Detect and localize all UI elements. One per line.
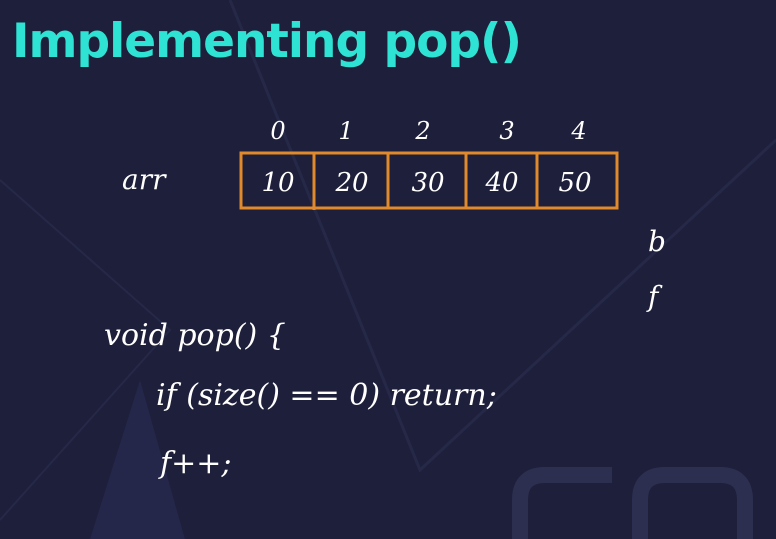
array-cell-2: 30 [411, 168, 445, 198]
back-pointer-label: b [648, 225, 666, 258]
array-cell-0: 10 [261, 168, 295, 198]
code-line-1: void pop() { [104, 318, 286, 353]
front-pointer-label: f [648, 280, 659, 313]
array-cell-1: 20 [335, 168, 369, 198]
array-box [239, 151, 619, 210]
code-line-3: f++; [160, 446, 232, 481]
array-cell-3: 40 [485, 168, 519, 198]
array-cell-4: 50 [558, 168, 592, 198]
code-line-2: if (size() == 0) return; [156, 378, 497, 413]
